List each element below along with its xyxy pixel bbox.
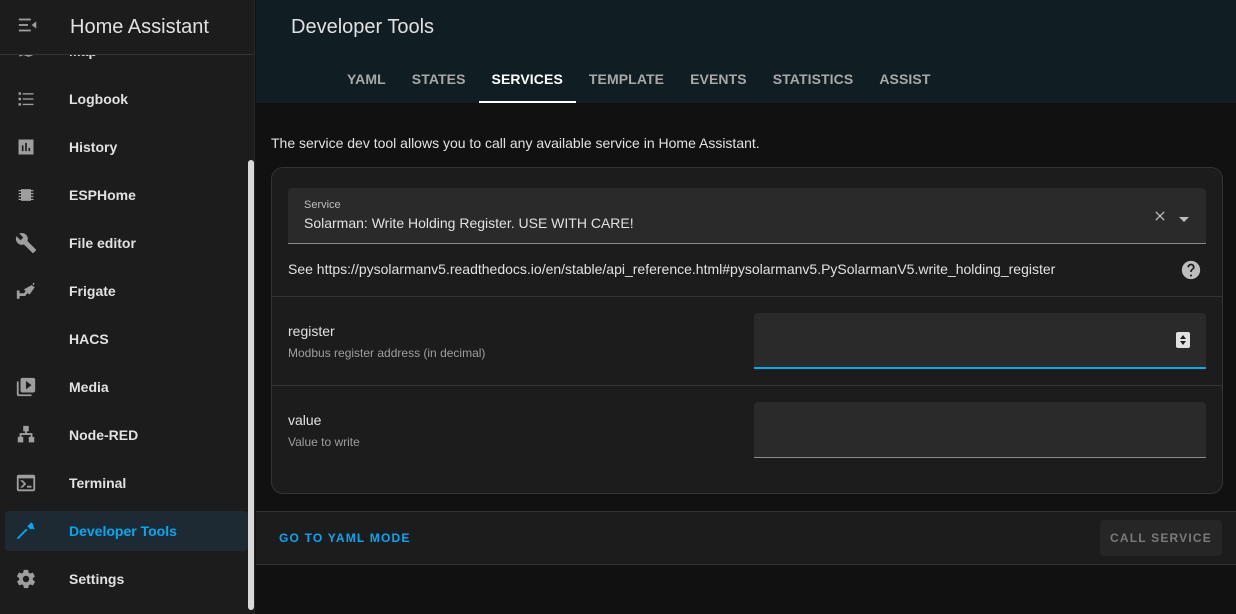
sidebar-item-esphome[interactable]: ESPHome xyxy=(0,171,250,219)
wrench-icon xyxy=(0,232,54,254)
sidebar: Map Logbook History ESPHome File editor xyxy=(0,0,255,614)
value-input[interactable] xyxy=(754,402,1206,458)
history-icon xyxy=(0,137,54,157)
sidebar-item-node-red[interactable]: Node-RED xyxy=(0,411,250,459)
sidebar-item-label: HACS xyxy=(69,331,109,347)
sidebar-item-history[interactable]: History xyxy=(0,123,250,171)
param-description: Value to write xyxy=(288,435,360,449)
media-icon xyxy=(0,376,54,398)
clear-icon[interactable] xyxy=(1152,208,1168,229)
dropdown-arrow-icon[interactable] xyxy=(1178,211,1190,229)
menu-toggle-button[interactable] xyxy=(0,0,56,55)
tab-template[interactable]: TEMPLATE xyxy=(576,55,677,103)
sidebar-item-label: Node-RED xyxy=(69,427,139,443)
tab-yaml[interactable]: YAML xyxy=(334,55,399,103)
go-to-yaml-mode-button[interactable]: GO TO YAML MODE xyxy=(279,531,411,545)
main-content: The service dev tool allows you to call … xyxy=(256,103,1236,614)
sidebar-item-terminal[interactable]: Terminal xyxy=(0,459,250,507)
app-title: Home Assistant xyxy=(70,15,209,38)
sidebar-item-label: Terminal xyxy=(69,475,127,491)
param-name: register xyxy=(288,323,335,339)
sidebar-scrollbar[interactable] xyxy=(248,160,254,610)
intro-text: The service dev tool allows you to call … xyxy=(271,135,760,151)
call-service-button[interactable]: CALL SERVICE xyxy=(1100,520,1222,556)
param-value: value Value to write xyxy=(288,412,360,449)
param-register: register Modbus register address (in dec… xyxy=(288,323,485,360)
sidebar-item-label: File editor xyxy=(69,235,136,251)
console-icon xyxy=(0,472,54,494)
logbook-icon xyxy=(0,89,54,109)
sidebar-item-developer-tools[interactable]: Developer Tools xyxy=(0,507,250,555)
service-picker[interactable]: Service Solarman: Write Holding Register… xyxy=(288,188,1206,244)
card-actions: GO TO YAML MODE CALL SERVICE xyxy=(256,511,1236,565)
param-name: value xyxy=(288,412,322,428)
sidebar-item-hacs[interactable]: HACS xyxy=(0,315,250,363)
tab-statistics[interactable]: STATISTICS xyxy=(760,55,867,103)
sitemap-icon xyxy=(0,424,54,446)
sidebar-item-label: Frigate xyxy=(69,283,116,299)
page-title: Developer Tools xyxy=(291,16,435,38)
service-card: Service Solarman: Write Holding Register… xyxy=(271,167,1223,494)
menu-collapse-icon xyxy=(17,14,39,41)
service-description: See https://pysolarmanv5.readthedocs.io/… xyxy=(288,260,1206,280)
gear-icon xyxy=(0,568,54,590)
chip-icon xyxy=(0,185,54,205)
sidebar-item-frigate[interactable]: Frigate xyxy=(0,267,250,315)
tab-services[interactable]: SERVICES xyxy=(478,55,577,103)
divider xyxy=(272,296,1222,297)
tab-bar: YAML STATES SERVICES TEMPLATE EVENTS STA… xyxy=(334,55,943,103)
sidebar-item-label: Media xyxy=(69,379,109,395)
service-value: Solarman: Write Holding Register. USE WI… xyxy=(304,215,634,231)
sidebar-header: Home Assistant xyxy=(0,0,254,55)
divider xyxy=(272,385,1222,386)
tab-assist[interactable]: ASSIST xyxy=(866,55,943,103)
hammer-icon xyxy=(0,520,54,542)
service-label: Service xyxy=(304,199,341,211)
sidebar-item-media[interactable]: Media xyxy=(0,363,250,411)
sidebar-item-label: Settings xyxy=(69,571,125,587)
register-input[interactable] xyxy=(754,313,1206,369)
sidebar-item-logbook[interactable]: Logbook xyxy=(0,75,250,123)
help-icon[interactable] xyxy=(1180,259,1202,284)
sidebar-item-label: Logbook xyxy=(69,91,129,107)
toolbar: Developer Tools YAML STATES SERVICES TEM… xyxy=(256,0,1236,103)
tab-events[interactable]: EVENTS xyxy=(677,55,760,103)
service-description-text: See https://pysolarmanv5.readthedocs.io/… xyxy=(288,261,1056,277)
param-description: Modbus register address (in decimal) xyxy=(288,346,486,360)
sidebar-item-settings[interactable]: Settings xyxy=(0,555,250,603)
number-stepper-icon[interactable] xyxy=(1176,332,1190,348)
sidebar-item-label: ESPHome xyxy=(69,187,136,203)
sidebar-item-label: History xyxy=(69,139,118,155)
tab-states[interactable]: STATES xyxy=(399,55,479,103)
sidebar-item-file-editor[interactable]: File editor xyxy=(0,219,250,267)
sidebar-item-label: Developer Tools xyxy=(69,523,177,539)
cctv-icon xyxy=(0,280,54,302)
sidebar-items: Map Logbook History ESPHome File editor xyxy=(0,27,250,603)
